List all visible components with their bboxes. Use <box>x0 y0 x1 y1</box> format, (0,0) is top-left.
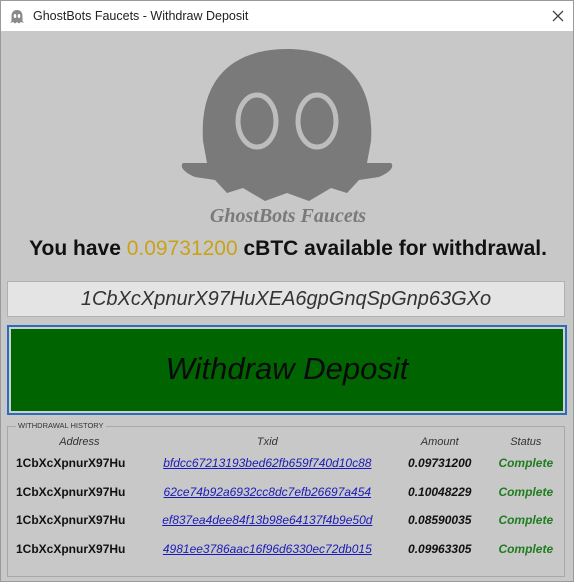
row-status: Complete <box>498 484 554 499</box>
withdrawal-history-title: WITHDRAWAL HISTORY <box>16 421 106 430</box>
withdrawal-history-group: WITHDRAWAL HISTORY Address Txid Amount S… <box>7 421 565 577</box>
withdraw-deposit-button[interactable]: Withdraw Deposit <box>7 325 567 415</box>
column-header-amount: Amount <box>420 436 459 448</box>
column-header-status: Status <box>510 436 542 448</box>
row-address: 1CbXcXpnurX97Hu <box>16 541 126 556</box>
row-txid-link[interactable]: ef837ea4dee84f13b98e64137f4b9e50d <box>162 513 372 527</box>
row-status: Complete <box>498 541 554 556</box>
table-header-row: Address Txid Amount Status <box>16 435 564 449</box>
window-title: GhostBots Faucets - Withdraw Deposit <box>33 9 249 23</box>
row-txid-link[interactable]: 62ce74b92a6932cc8dc7efb26697a454 <box>164 485 372 499</box>
ghost-app-icon <box>9 9 25 30</box>
column-header-address: Address <box>59 436 100 448</box>
withdraw-address-field[interactable]: 1CbXcXpnurX97HuXEA6gpGnqSpGnp63GXo <box>7 281 565 317</box>
row-address: 1CbXcXpnurX97Hu <box>16 456 126 471</box>
row-txid-link[interactable]: bfdcc67213193bed62fb659f740d10c88 <box>163 456 371 470</box>
row-amount: 0.08590035 <box>408 513 472 528</box>
ghost-logo-icon <box>159 41 415 201</box>
row-amount: 0.09963305 <box>408 541 472 556</box>
row-status: Complete <box>498 513 554 528</box>
table-row: 1CbXcXpnurX97Hu ef837ea4dee84f13b98e6413… <box>16 506 564 535</box>
row-status: Complete <box>498 456 554 471</box>
table-row: 1CbXcXpnurX97Hu bfdcc67213193bed62fb659f… <box>16 449 564 478</box>
row-txid-link[interactable]: 4981ee3786aac16f96d6330ec72db015 <box>163 542 372 556</box>
balance-amount: 0.09731200 <box>126 237 238 260</box>
table-row: 1CbXcXpnurX97Hu 62ce74b92a6932cc8dc7efb2… <box>16 478 564 507</box>
column-header-txid: Txid <box>256 436 278 448</box>
history-table: Address Txid Amount Status 1CbXcXpnurX97… <box>16 435 564 563</box>
row-address: 1CbXcXpnurX97Hu <box>16 484 126 499</box>
row-address: 1CbXcXpnurX97Hu <box>16 513 126 528</box>
brand-name: GhostBots Faucets <box>209 205 367 227</box>
balance-suffix: cBTC available for withdrawal. <box>237 237 547 260</box>
row-amount: 0.10048229 <box>408 484 472 499</box>
app-window: GhostBots Faucets - Withdraw Deposit Gho… <box>0 0 574 582</box>
table-row: 1CbXcXpnurX97Hu 4981ee3786aac16f96d6330e… <box>16 535 564 564</box>
balance-headline: You have 0.09731200 cBTC available for w… <box>1 237 574 261</box>
balance-prefix: You have <box>29 237 127 260</box>
close-icon[interactable] <box>547 5 569 27</box>
row-amount: 0.09731200 <box>408 456 472 471</box>
title-bar: GhostBots Faucets - Withdraw Deposit <box>1 1 573 31</box>
